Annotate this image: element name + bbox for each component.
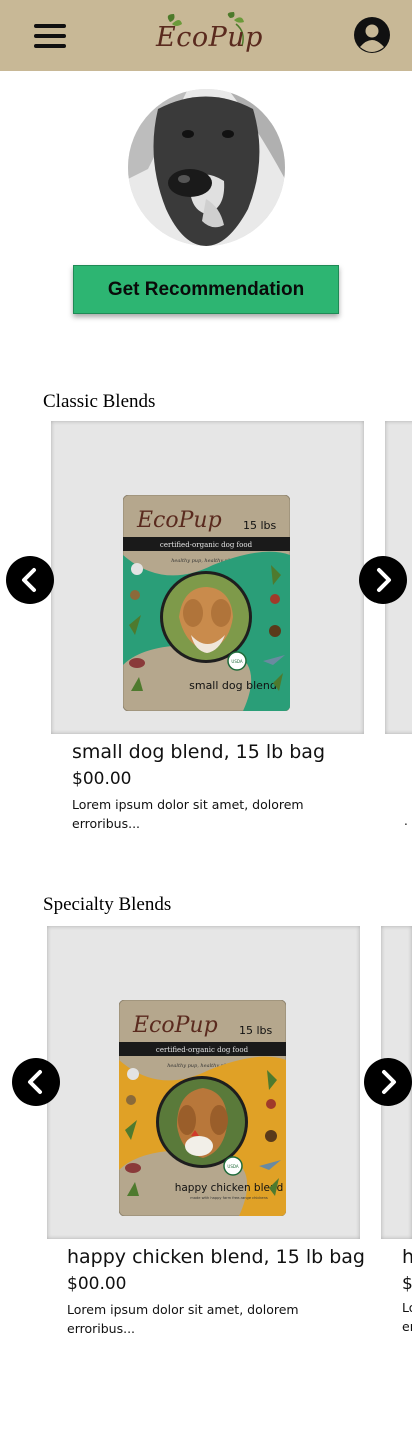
ecopup-logo[interactable]: EcoPup xyxy=(150,10,262,60)
carousel-next-button[interactable] xyxy=(359,556,407,604)
section-title-specialty-blends: Specialty Blends xyxy=(43,894,172,915)
product-description: Lorem ipsum dolor sit amet, dolorem erro… xyxy=(67,1302,299,1336)
svg-text:small dog blend: small dog blend xyxy=(189,679,277,692)
product-price: $00.00 xyxy=(67,1274,127,1294)
svg-text:happy chicken blend: happy chicken blend xyxy=(175,1182,284,1194)
svg-text:certified-organic dog food: certified-organic dog food xyxy=(160,541,253,549)
svg-text:15 lbs: 15 lbs xyxy=(239,1024,273,1037)
app-header: EcoPup xyxy=(0,0,412,71)
dog-food-bag-image: EcoPup 15 lbs certified-organic dog food… xyxy=(123,495,290,711)
product-card-image[interactable]: EcoPup 15 lbs certified-organic dog food… xyxy=(51,421,364,734)
chevron-right-icon xyxy=(382,1070,396,1094)
logo-text: EcoPup xyxy=(156,22,263,53)
account-circle-icon[interactable] xyxy=(354,17,390,53)
chevron-right-icon xyxy=(377,568,391,592)
dog-avatar-image xyxy=(128,89,285,246)
product-name[interactable]: happy chicken blend, 15 lb bag xyxy=(67,1246,365,1268)
next-product-desc-peek: Lo xyxy=(402,1300,412,1315)
product-price: $00.00 xyxy=(72,769,132,789)
next-product-desc-peek: er xyxy=(402,1319,412,1334)
product-description: Lorem ipsum dolor sit amet, dolorem erro… xyxy=(72,797,304,831)
next-product-name-peek: h xyxy=(402,1246,412,1268)
chevron-left-icon xyxy=(22,568,36,592)
product-card-image[interactable]: EcoPup 15 lbs certified-organic dog food… xyxy=(47,926,360,1239)
get-recommendation-button[interactable]: Get Recommendation xyxy=(73,265,339,314)
chevron-left-icon xyxy=(28,1070,42,1094)
svg-text:USDA: USDA xyxy=(227,1164,238,1169)
section-title-classic-blends: Classic Blends xyxy=(43,391,156,412)
product-name[interactable]: small dog blend, 15 lb bag xyxy=(72,741,325,763)
svg-text:EcoPup: EcoPup xyxy=(136,508,222,533)
carousel-prev-button[interactable] xyxy=(12,1058,60,1106)
svg-text:15 lbs: 15 lbs xyxy=(243,519,277,532)
svg-text:made with happy farm free-rang: made with happy farm free-range chickens xyxy=(190,1196,268,1200)
carousel-next-button[interactable] xyxy=(364,1058,412,1106)
next-product-price-peek: $ xyxy=(402,1274,412,1294)
next-product-desc-peek: . xyxy=(404,814,408,828)
svg-text:USDA: USDA xyxy=(231,659,242,664)
svg-text:certified-organic dog food: certified-organic dog food xyxy=(156,1046,249,1054)
carousel-prev-button[interactable] xyxy=(6,556,54,604)
svg-text:EcoPup: EcoPup xyxy=(132,1013,218,1038)
dog-food-bag-image: EcoPup 15 lbs certified-organic dog food… xyxy=(119,1000,286,1216)
hamburger-menu-icon[interactable] xyxy=(34,24,66,48)
